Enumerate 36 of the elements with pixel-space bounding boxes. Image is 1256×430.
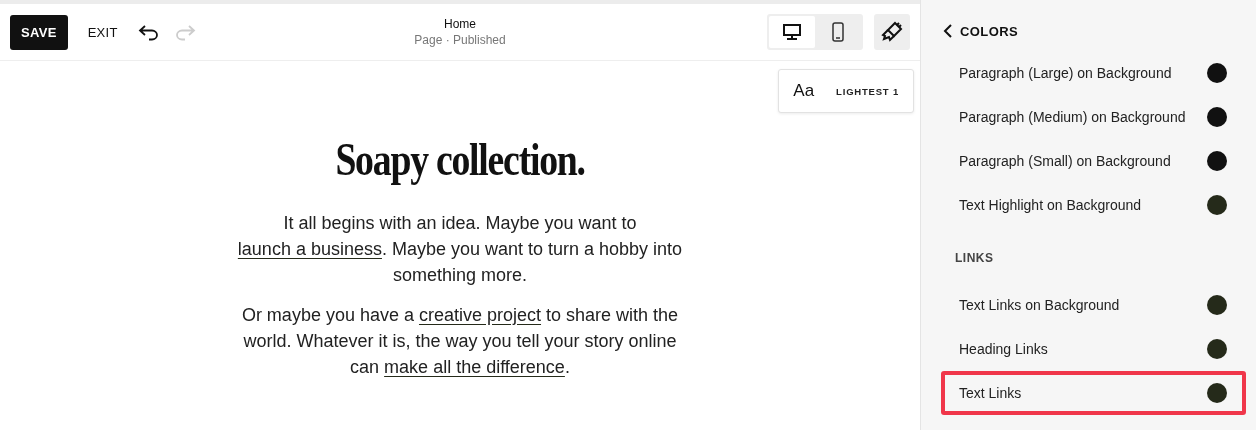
color-setting-item[interactable]: Paragraph (Medium) on Background (941, 95, 1246, 139)
desktop-icon (782, 23, 802, 41)
undo-icon[interactable] (137, 23, 160, 41)
save-button[interactable]: SAVE (10, 14, 68, 50)
color-setting-item[interactable]: Text Links (941, 371, 1246, 415)
section-heading: LINKS (954, 250, 995, 267)
paintbrush-button[interactable] (874, 14, 910, 50)
page-heading: Soapy collection. (335, 133, 585, 186)
color-setting-item[interactable]: Paragraph (Small) on Background (941, 139, 1246, 183)
color-setting-item[interactable]: Text Links on Background (941, 283, 1246, 327)
color-setting-label: Paragraph (Medium) on Background (959, 109, 1186, 125)
color-setting-item[interactable]: Heading Links (941, 327, 1246, 371)
back-button[interactable]: COLORS (943, 23, 1018, 39)
color-setting-label: Text Links on Background (959, 297, 1120, 313)
paintbrush-icon (881, 21, 903, 43)
color-setting-label: Paragraph (Large) on Background (959, 65, 1172, 81)
font-pack-label: LIGHTEST 1 (836, 85, 899, 97)
text-link[interactable]: make all the difference (384, 357, 565, 377)
desktop-view-button[interactable] (769, 16, 815, 48)
color-setting-label: Text Highlight on Background (959, 197, 1142, 213)
font-pack-badge[interactable]: Aa LIGHTEST 1 (778, 69, 914, 113)
color-setting-label: Heading Links (959, 341, 1048, 357)
color-setting-label: Paragraph (Small) on Background (959, 153, 1171, 169)
chevron-left-icon (943, 23, 953, 39)
font-sample: Aa (793, 81, 815, 101)
page-title: Home (443, 17, 477, 31)
text-link[interactable]: creative project (418, 305, 542, 325)
exit-button[interactable]: EXIT (81, 16, 124, 48)
page-status: Page · Published (414, 33, 506, 47)
mobile-phone-icon (831, 22, 845, 42)
color-setting-label: Text Links (959, 385, 1022, 401)
text-link[interactable]: launch a business (237, 239, 382, 259)
body-paragraph: Or maybe you have a creative project to share with the world. Whatever it is, the way you tell your story online can make all the difference. (240, 304, 680, 379)
color-setting-item[interactable]: Paragraph (Large) on Background (941, 51, 1246, 95)
body-paragraph: It all begins with an idea. Maybe you want to launch a business. Maybe you want to turn a hobby into something more. (236, 212, 684, 287)
color-setting-item[interactable]: Text Highlight on Background (941, 183, 1246, 227)
